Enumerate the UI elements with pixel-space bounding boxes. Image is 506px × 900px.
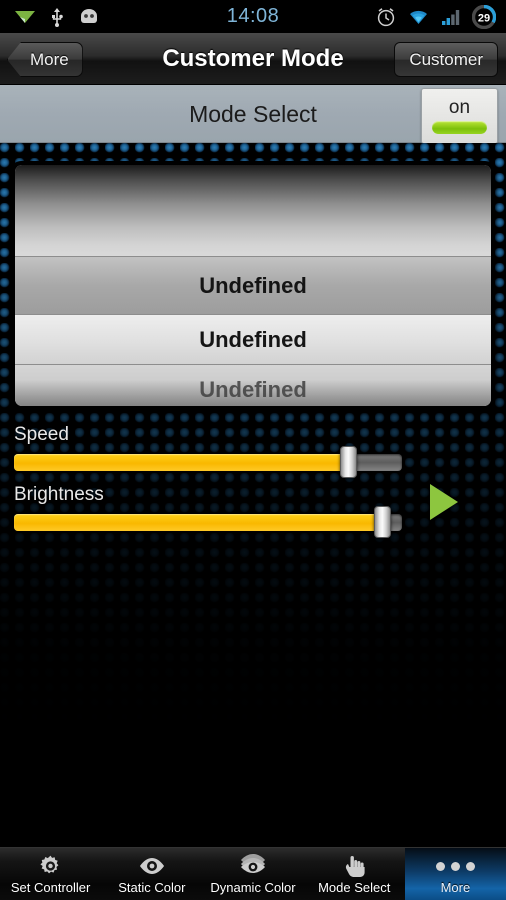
cellular-signal-icon <box>442 9 460 25</box>
play-triangle-icon[interactable] <box>430 484 458 520</box>
app-root: 14:08 29 More Customer Mode Customer Mod… <box>0 0 506 900</box>
bottom-tab-bar: Set Controller Static Color Dynamic Colo… <box>0 847 506 900</box>
battery-percent-text: 29 <box>478 12 490 24</box>
mode-picker-item-1[interactable]: Undefined <box>15 314 491 364</box>
layered-eye-icon <box>239 853 267 879</box>
power-toggle-indicator <box>432 121 487 134</box>
tab-label-static-color: Static Color <box>118 880 186 895</box>
power-toggle-label: on <box>448 97 471 118</box>
speed-slider-thumb[interactable] <box>340 446 358 478</box>
tab-label-set-controller: Set Controller <box>10 880 91 895</box>
mode-picker-list[interactable]: Undefined Undefined Undefined <box>15 165 491 406</box>
tab-label-dynamic-color: Dynamic Color <box>210 880 296 895</box>
mode-picker-item-0[interactable]: Undefined <box>15 256 491 314</box>
power-toggle-button[interactable]: on <box>421 88 498 144</box>
tab-label-mode-select: Mode Select <box>318 880 391 895</box>
brightness-slider-fill <box>14 514 383 531</box>
gear-icon <box>38 853 63 879</box>
mode-picker-item-2[interactable]: Undefined <box>15 364 491 406</box>
tab-label-more: More <box>440 880 471 895</box>
brightness-slider[interactable] <box>14 506 402 538</box>
mode-picker-empty-area <box>15 165 491 256</box>
three-dots-icon <box>435 853 475 879</box>
wifi-icon <box>410 10 427 24</box>
alarm-clock-icon <box>377 7 395 26</box>
tab-dynamic-color[interactable]: Dynamic Color <box>202 848 303 900</box>
customer-button[interactable]: Customer <box>394 42 498 77</box>
tab-set-controller[interactable]: Set Controller <box>0 848 101 900</box>
status-bar-right-icons: 29 <box>376 0 496 33</box>
speed-label: Speed <box>14 424 69 445</box>
speed-slider[interactable] <box>14 446 402 478</box>
speed-slider-fill <box>14 454 349 471</box>
brightness-slider-thumb[interactable] <box>373 506 391 538</box>
tab-static-color[interactable]: Static Color <box>101 848 202 900</box>
hand-touch-icon <box>342 853 366 879</box>
tab-mode-select[interactable]: Mode Select <box>304 848 405 900</box>
battery-icon: 29 <box>472 4 496 29</box>
eye-icon <box>138 853 166 879</box>
mode-select-header: Mode Select on <box>0 85 506 144</box>
controls-panel: Speed Brightness <box>0 424 506 538</box>
title-bar: More Customer Mode Customer <box>0 33 506 85</box>
status-bar: 14:08 29 <box>0 0 506 33</box>
tab-more[interactable]: More <box>404 848 506 900</box>
mode-picker[interactable]: Undefined Undefined Undefined <box>11 161 495 410</box>
